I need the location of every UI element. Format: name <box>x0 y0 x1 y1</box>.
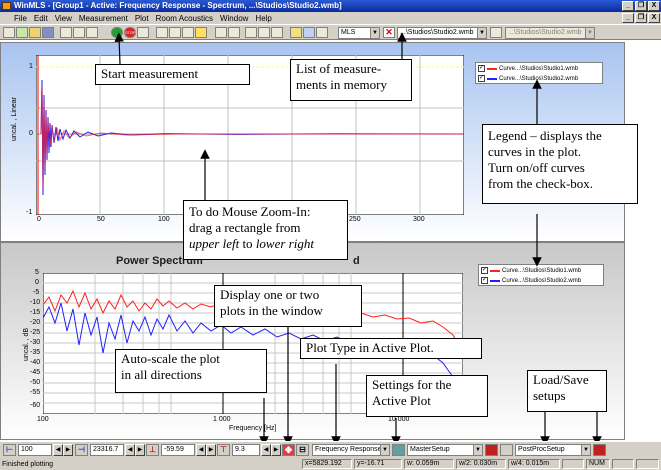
callout-zoom: To do Mouse Zoom-In: drag a rectangle fr… <box>183 200 348 260</box>
callout-text: from the check-box. <box>488 176 594 191</box>
callout-text: Settings for the <box>372 377 452 392</box>
plot-control-bar: ⊢ 100 ◀ ▶ ⊣ 23316.7 ◀ ▶ ⊥ -59.59 ◀ ▶ ⊤ 9… <box>0 441 661 458</box>
y-min-decrease-button[interactable]: ◀ <box>196 444 206 456</box>
master-setup-value: MasterSetup <box>410 446 450 453</box>
status-quarter-wavelength: w/4: 0.015m <box>508 459 560 469</box>
save-setup-button[interactable] <box>593 444 606 456</box>
callout-text: Legend – displays the <box>488 128 602 143</box>
status-message: Finished plotting <box>2 461 53 468</box>
status-num: NUM <box>586 459 610 469</box>
status-caps <box>562 459 584 469</box>
status-scroll <box>612 459 634 469</box>
callout-load-save: Load/Save setups <box>527 370 607 412</box>
status-bar: Finished plotting x=5829.192 y=-16.71 w:… <box>0 458 661 470</box>
callout-text: Plot Type in Active Plot. <box>306 340 434 355</box>
y-max-decrease-button[interactable]: ◀ <box>261 444 271 456</box>
callout-text: List of measure- <box>296 61 382 76</box>
x-max-field[interactable]: 23316.7 <box>90 444 124 456</box>
status-half-wavelength: w/2: 0.030m <box>456 459 506 469</box>
callout-measurement-list: List of measure- ments in memory <box>290 59 412 101</box>
x-max-decrease-button[interactable]: ◀ <box>125 444 135 456</box>
postproc-setup-combo[interactable]: PostProcSetup ▼ <box>515 444 591 456</box>
y-max-field[interactable]: 9.3 <box>232 444 260 456</box>
x-min-field[interactable]: 100 <box>18 444 52 456</box>
resize-grip[interactable] <box>636 459 659 469</box>
callout-display-plots: Display one or two plots in the window <box>214 285 362 327</box>
plot-type-value: Frequency Response - S <box>315 446 390 453</box>
callout-text: to <box>239 236 256 251</box>
x-min-increase-button[interactable]: ▶ <box>63 444 73 456</box>
master-setup-combo[interactable]: MasterSetup ▼ <box>407 444 483 456</box>
print-setup-icon[interactable] <box>500 444 513 456</box>
x-max-increase-button[interactable]: ▶ <box>135 444 145 456</box>
status-x: x=5829.192 <box>302 459 352 469</box>
one-two-plots-button[interactable]: ⊟ <box>296 444 309 456</box>
callout-legend: Legend – displays the curves in the plot… <box>482 124 638 204</box>
callout-text: To do Mouse Zoom-In: <box>189 204 311 219</box>
x-min-decrease-button[interactable]: ◀ <box>53 444 63 456</box>
plot-type-combo[interactable]: Frequency Response - S ▼ <box>312 444 390 456</box>
x-min-icon[interactable]: ⊢ <box>3 444 16 456</box>
callout-text: Display one or two <box>220 287 320 302</box>
status-wavelength: w: 0.059m <box>404 459 454 469</box>
status-y: y=-16.71 <box>354 459 402 469</box>
callout-plot-type: Plot Type in Active Plot. <box>300 338 482 359</box>
chevron-down-icon[interactable]: ▼ <box>380 445 389 455</box>
callout-text: Auto-scale the plot <box>121 351 220 366</box>
autoscale-button[interactable]: ✥ <box>282 444 295 456</box>
callout-italic: upper left <box>189 236 240 251</box>
callout-text: setups <box>533 388 566 403</box>
callout-text: curves in the plot. <box>488 144 582 159</box>
postproc-setup-value: PostProcSetup <box>518 446 565 453</box>
callout-start-measurement: Start measurement <box>95 64 250 85</box>
x-max-icon[interactable]: ⊣ <box>75 444 88 456</box>
y-max-increase-button[interactable]: ▶ <box>271 444 281 456</box>
callout-text: Load/Save <box>533 372 589 387</box>
chevron-down-icon[interactable]: ▼ <box>473 445 482 455</box>
callout-text: Start measurement <box>101 66 199 81</box>
plot-settings-button[interactable] <box>392 444 405 456</box>
y-max-icon[interactable]: ⊤ <box>217 444 230 456</box>
callout-autoscale: Auto-scale the plot in all directions <box>115 349 267 393</box>
callout-text: ments in memory <box>296 77 387 92</box>
callout-text: upper left to lower right <box>189 236 342 252</box>
callout-text: drag a rectangle from <box>189 220 301 235</box>
y-min-increase-button[interactable]: ▶ <box>206 444 216 456</box>
y-min-icon[interactable]: ⊥ <box>146 444 159 456</box>
chevron-down-icon[interactable]: ▼ <box>581 445 590 455</box>
callout-text: in all directions <box>121 367 202 382</box>
callout-text: Turn on/off curves <box>488 160 585 175</box>
y-min-field[interactable]: -59.59 <box>161 444 195 456</box>
load-setup-button[interactable] <box>485 444 498 456</box>
callout-text: plots in the window <box>220 303 323 318</box>
callout-settings: Settings for the Active Plot <box>366 375 488 417</box>
callout-italic: lower right <box>255 236 314 251</box>
callout-text: Active Plot <box>372 393 431 408</box>
